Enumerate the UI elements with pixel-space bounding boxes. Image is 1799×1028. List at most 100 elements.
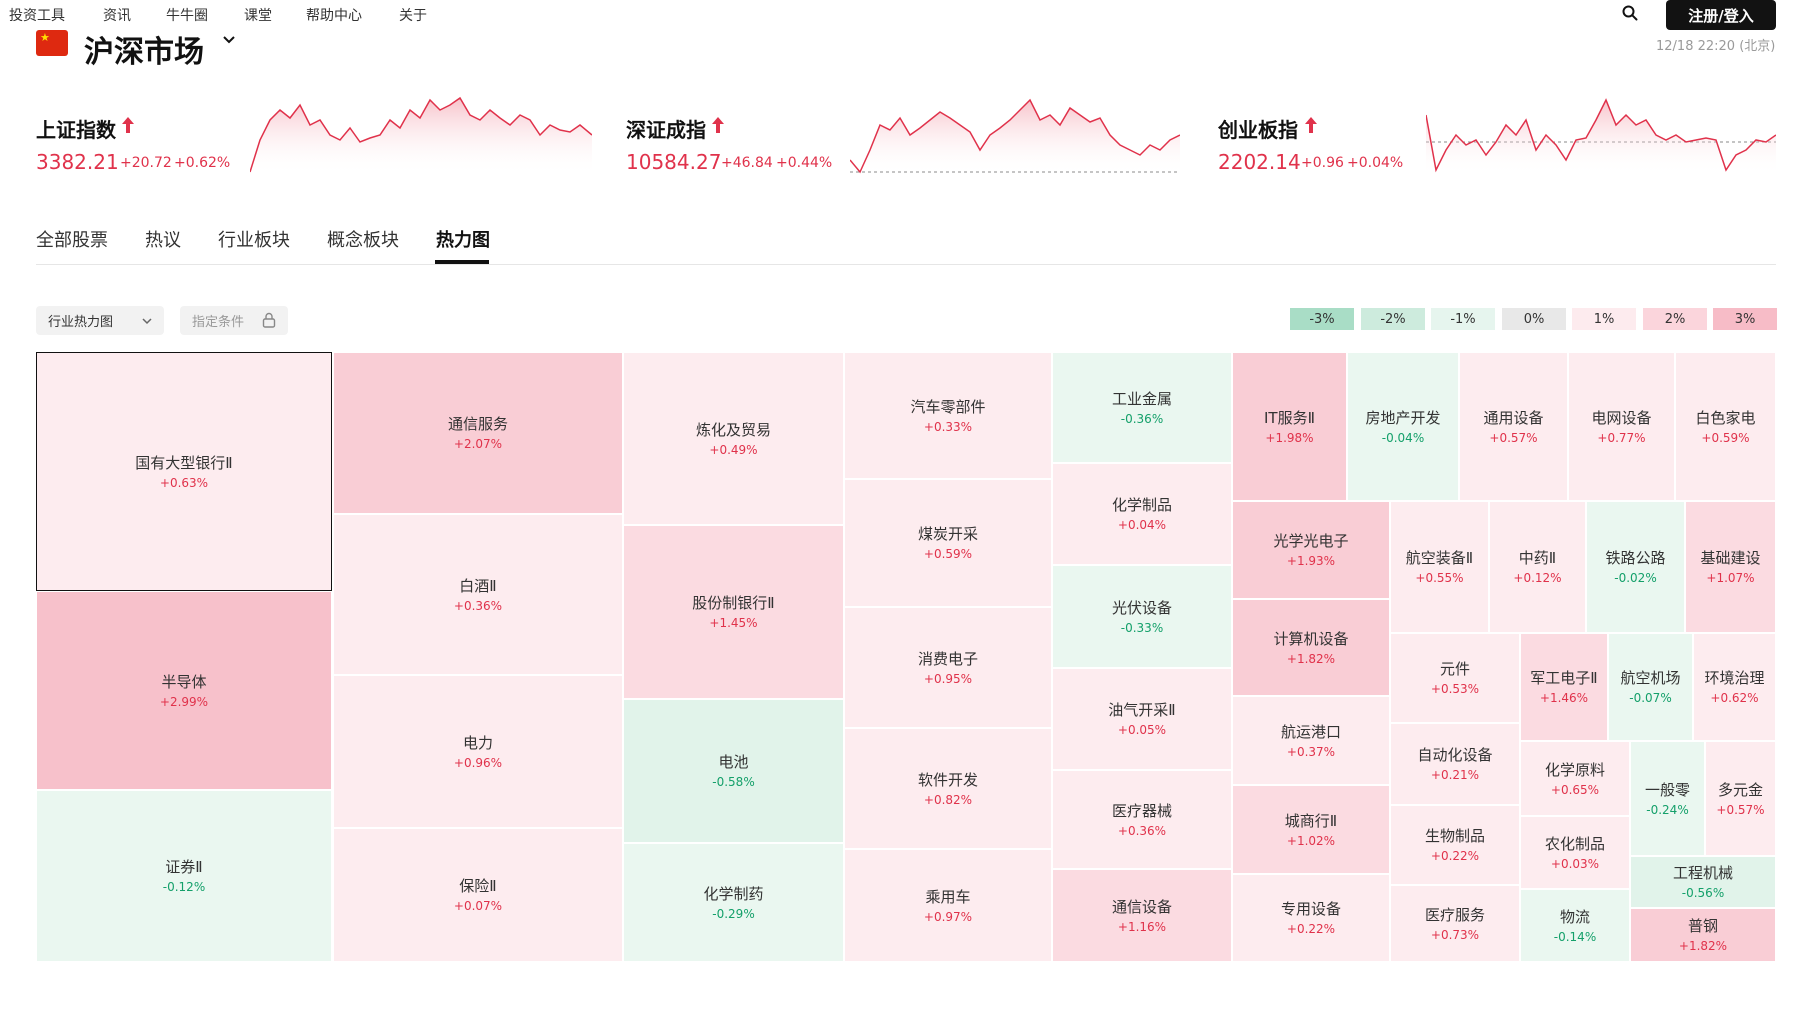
- nav-item-help[interactable]: 帮助中心: [306, 5, 362, 25]
- heatmap-cell-pct: -0.12%: [162, 880, 206, 894]
- heatmap-cell[interactable]: 炼化及贸易 +0.49%: [623, 352, 844, 525]
- heatmap-cell[interactable]: 白色家电 +0.59%: [1675, 352, 1776, 501]
- heatmap-cell[interactable]: 股份制银行Ⅱ +1.45%: [623, 525, 844, 699]
- heatmap-cell[interactable]: 生物制品 +0.22%: [1390, 805, 1520, 885]
- heatmap-cell-name: 通信设备: [1111, 897, 1172, 916]
- heatmap-cell[interactable]: 普钢 +1.82%: [1630, 908, 1776, 962]
- heatmap-cell-name: 白色家电: [1695, 408, 1756, 427]
- heatmap-cell[interactable]: 航运港口 +0.37%: [1232, 696, 1390, 785]
- heatmap-cell[interactable]: 航空装备Ⅱ +0.55%: [1390, 501, 1489, 633]
- heatmap-cell[interactable]: 环境治理 +0.62%: [1693, 633, 1776, 741]
- heatmap-cell-pct: +1.16%: [1117, 919, 1167, 934]
- heatmap-cell[interactable]: 通用设备 +0.57%: [1459, 352, 1568, 501]
- heatmap-cell[interactable]: 多元金 +0.57%: [1705, 741, 1776, 856]
- heatmap-cell[interactable]: 铁路公路 -0.02%: [1586, 501, 1685, 633]
- heatmap-cell[interactable]: 电网设备 +0.77%: [1568, 352, 1675, 501]
- tab-all-stocks[interactable]: 全部股票: [36, 226, 108, 252]
- heatmap-cell-pct: +0.21%: [1430, 768, 1480, 782]
- market-timestamp: 12/18 22:20 (北京): [1656, 39, 1776, 54]
- heatmap-cell[interactable]: 农化制品 +0.03%: [1520, 816, 1630, 889]
- nav-item-community[interactable]: 牛牛圈: [166, 5, 208, 25]
- heatmap-cell-pct: +0.33%: [923, 419, 973, 434]
- chevron-down-icon[interactable]: [222, 33, 236, 47]
- heatmap-cell-pct: +0.05%: [1117, 723, 1167, 737]
- heatmap-cell[interactable]: 白酒Ⅱ +0.36%: [333, 514, 623, 675]
- heatmap-cell-name: 生物制品: [1424, 827, 1485, 845]
- heatmap-cell-name: 基础建设: [1700, 549, 1761, 567]
- heatmap-cell-pct: +0.63%: [159, 475, 209, 490]
- heatmap-cell[interactable]: 消费电子 +0.95%: [844, 607, 1052, 728]
- market-title[interactable]: 沪深市场: [84, 27, 204, 71]
- heatmap-cell[interactable]: 国有大型银行Ⅱ +0.63%: [36, 352, 332, 591]
- heatmap-cell[interactable]: 化学原料 +0.65%: [1520, 741, 1630, 816]
- heatmap-cell[interactable]: 中药Ⅱ +0.12%: [1489, 501, 1586, 633]
- heatmap-cell[interactable]: 光学光电子 +1.93%: [1232, 501, 1390, 599]
- heatmap-cell[interactable]: 工业金属 -0.36%: [1052, 352, 1232, 463]
- heatmap-cell[interactable]: IT服务Ⅱ +1.98%: [1232, 352, 1347, 501]
- heatmap-cell-name: 油气开采Ⅱ: [1108, 701, 1176, 719]
- nav-item-tools[interactable]: 投资工具: [9, 5, 65, 25]
- heatmap-cell-name: 汽车零部件: [910, 397, 986, 416]
- heatmap-cell-pct: -0.29%: [712, 906, 755, 921]
- arrow-up-icon: [1305, 117, 1317, 133]
- heatmap-cell[interactable]: 化学制药 -0.29%: [623, 843, 844, 962]
- heatmap-cell-name: 铁路公路: [1605, 549, 1666, 567]
- heatmap-cell[interactable]: 一般零 -0.24%: [1630, 741, 1705, 856]
- heatmap-cell-name: IT服务Ⅱ: [1264, 408, 1315, 427]
- index-change: +46.84: [721, 155, 773, 171]
- heatmap-cell[interactable]: 半导体 +2.99%: [36, 591, 332, 790]
- heatmap-cell[interactable]: 基础建设 +1.07%: [1685, 501, 1776, 633]
- heatmap-cell[interactable]: 电力 +0.96%: [333, 675, 623, 828]
- heatmap-cell-name: 电网设备: [1591, 408, 1652, 427]
- heatmap-cell[interactable]: 油气开采Ⅱ +0.05%: [1052, 668, 1232, 770]
- chevron-down-icon: [142, 318, 152, 325]
- login-button[interactable]: 注册/登入: [1666, 0, 1776, 30]
- heatmap-cell[interactable]: 汽车零部件 +0.33%: [844, 352, 1052, 479]
- tab-hot-discuss[interactable]: 热议: [145, 226, 181, 252]
- heatmap-cell-name: 一般零: [1644, 780, 1690, 799]
- heatmap-cell-name: 通信服务: [447, 415, 508, 433]
- heatmap-cell[interactable]: 医疗服务 +0.73%: [1390, 885, 1520, 962]
- nav-item-about[interactable]: 关于: [399, 5, 427, 25]
- heatmap-cell-name: 中药Ⅱ: [1518, 549, 1557, 567]
- heatmap-cell[interactable]: 通信设备 +1.16%: [1052, 869, 1232, 962]
- heatmap-cell[interactable]: 光伏设备 -0.33%: [1052, 565, 1232, 668]
- heatmap-cell[interactable]: 通信服务 +2.07%: [333, 352, 623, 514]
- heatmap-cell[interactable]: 航空机场 -0.07%: [1608, 633, 1693, 741]
- index-sparkline: [850, 98, 1180, 175]
- heatmap-cell-pct: +1.07%: [1706, 571, 1755, 585]
- heatmap-cell[interactable]: 专用设备 +0.22%: [1232, 874, 1390, 962]
- heatmap-cell-name: 自动化设备: [1417, 746, 1493, 764]
- tab-heatmap[interactable]: 热力图: [436, 226, 490, 252]
- heatmap-cell[interactable]: 元件 +0.53%: [1390, 633, 1520, 723]
- search-icon[interactable]: [1621, 4, 1639, 22]
- heatmap-cell[interactable]: 保险Ⅱ +0.07%: [333, 828, 623, 962]
- heatmap-cell[interactable]: 乘用车 +0.97%: [844, 849, 1052, 962]
- heatmap-cell-pct: -0.02%: [1614, 571, 1657, 585]
- heatmap-cell-pct: -0.04%: [1381, 430, 1425, 445]
- tab-industry[interactable]: 行业板块: [218, 226, 290, 252]
- heatmap-cell-name: 股份制银行Ⅱ: [692, 594, 775, 612]
- heatmap-cell[interactable]: 证券Ⅱ -0.12%: [36, 790, 332, 962]
- heatmap-cell-pct: +0.49%: [709, 442, 758, 457]
- heatmap-cell[interactable]: 军工电子Ⅱ +1.46%: [1520, 633, 1608, 741]
- heatmap-cell[interactable]: 化学制品 +0.04%: [1052, 463, 1232, 565]
- heatmap-cell-name: 航运港口: [1280, 722, 1341, 741]
- nav-item-news[interactable]: 资讯: [103, 5, 131, 25]
- heatmap-cell-name: 化学原料: [1544, 760, 1605, 779]
- heatmap-cell[interactable]: 工程机械 -0.56%: [1630, 856, 1776, 908]
- heatmap-cell[interactable]: 物流 -0.14%: [1520, 889, 1630, 962]
- heatmap-cell[interactable]: 计算机设备 +1.82%: [1232, 599, 1390, 696]
- tab-concept[interactable]: 概念板块: [327, 226, 399, 252]
- heatmap-cell-name: 光学光电子: [1273, 532, 1349, 550]
- heatmap-cell[interactable]: 医疗器械 +0.36%: [1052, 770, 1232, 869]
- heatmap-cell[interactable]: 煤炭开采 +0.59%: [844, 479, 1052, 607]
- heatmap-cell[interactable]: 电池 -0.58%: [623, 699, 844, 843]
- nav-item-classroom[interactable]: 课堂: [244, 5, 272, 25]
- heatmap-cell[interactable]: 软件开发 +0.82%: [844, 728, 1052, 849]
- heatmap-cell[interactable]: 房地产开发 -0.04%: [1347, 352, 1459, 501]
- heatmap-cell-pct: -0.07%: [1629, 691, 1672, 705]
- heatmap-cell[interactable]: 自动化设备 +0.21%: [1390, 723, 1520, 805]
- heatmap-cell[interactable]: 城商行Ⅱ +1.02%: [1232, 785, 1390, 874]
- heatmap-cell-pct: +0.96%: [453, 755, 503, 770]
